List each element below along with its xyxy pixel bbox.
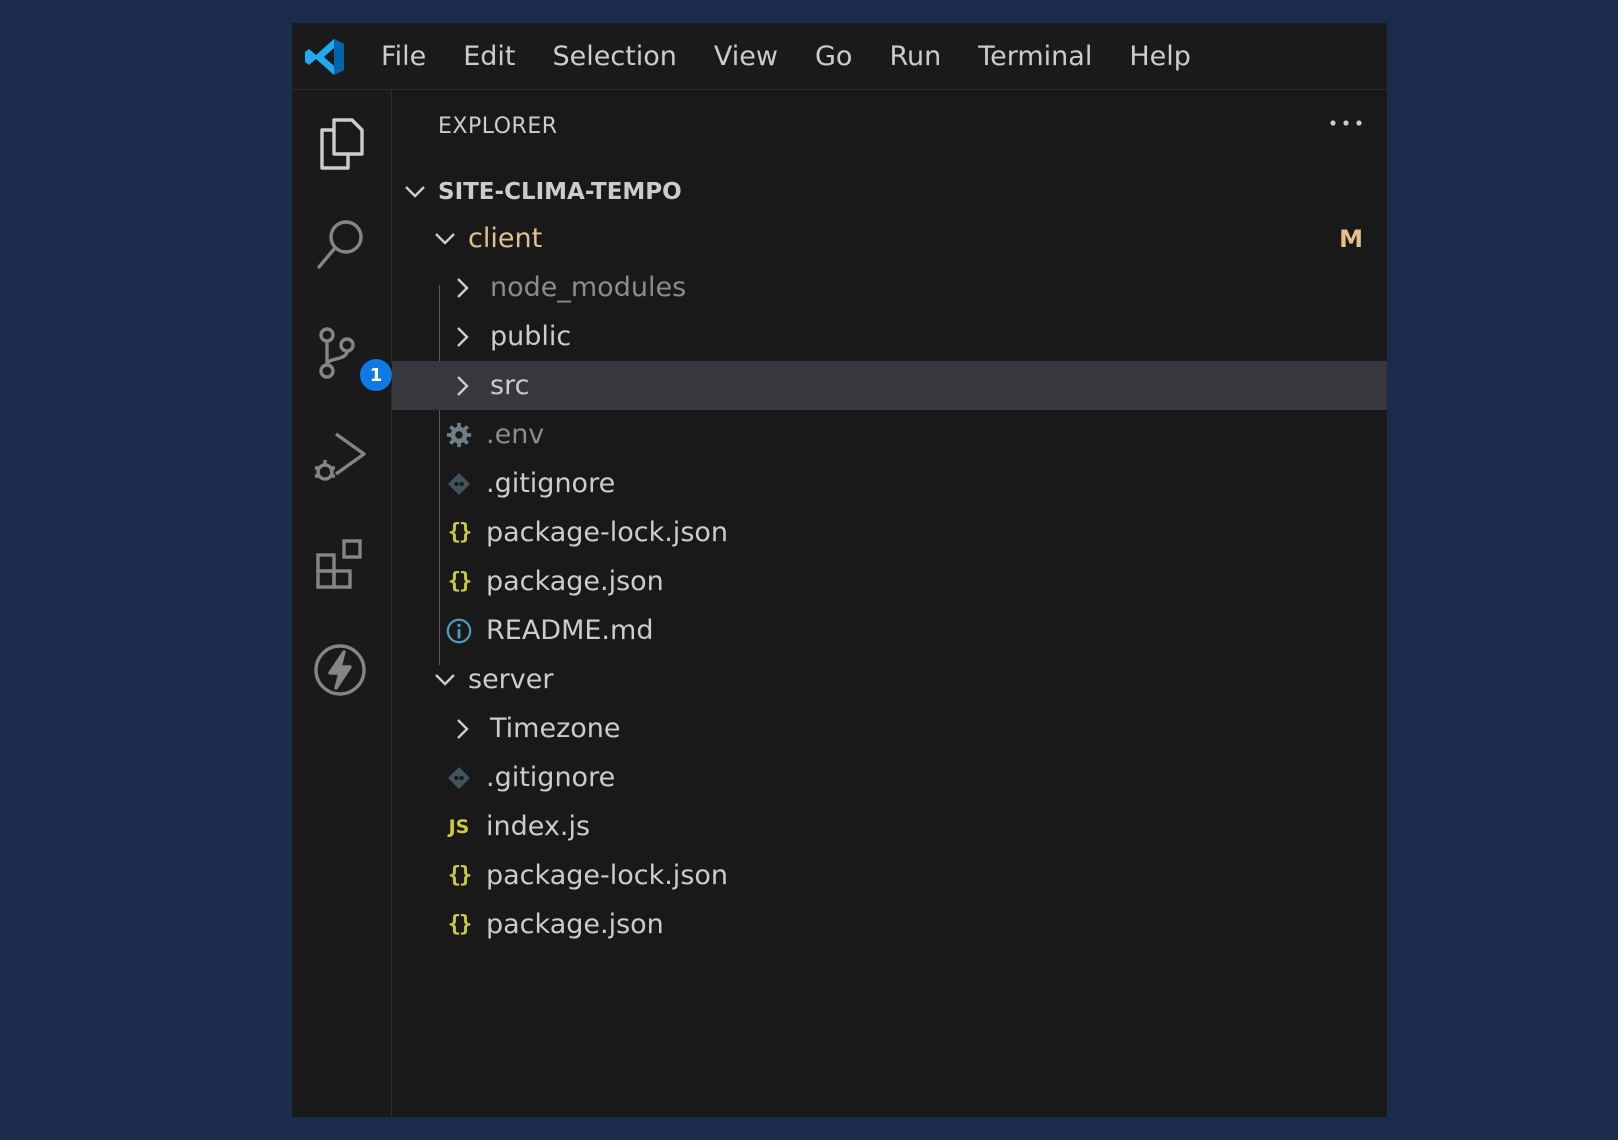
file-label: index.js [486,811,591,842]
file-label: .gitignore [486,468,616,499]
chevron-right-icon [457,718,469,739]
tree-folder-client[interactable]: client M [392,214,1387,263]
file-label: package.json [486,566,664,597]
vscode-logo-icon [305,39,344,75]
folder-label: node_modules [490,272,687,303]
menu-terminal[interactable]: Terminal [978,41,1092,72]
gear-icon [444,420,474,450]
git-icon [444,469,474,499]
json-icon: {} [447,520,473,545]
tree-file-package[interactable]: {} package.json [392,557,1387,606]
chevron-right-icon [457,277,469,298]
chevron-down-icon [435,673,455,686]
folder-label: src [490,370,530,401]
file-label: .env [486,419,545,450]
tree-file-package-lock[interactable]: {} package-lock.json [392,851,1387,900]
folder-label: client [468,223,543,254]
more-actions-icon[interactable] [1329,118,1363,128]
extensions-icon[interactable] [310,535,370,595]
tree-folder-node-modules[interactable]: node_modules [392,263,1387,312]
tree-file-index-js[interactable]: JS index.js [392,802,1387,851]
menu-edit[interactable]: Edit [463,41,515,72]
tree-file-package-lock[interactable]: {} package-lock.json [392,508,1387,557]
tree-folder-timezone[interactable]: Timezone [392,704,1387,753]
file-label: package-lock.json [486,860,729,891]
source-control-icon[interactable]: 1 [310,323,392,391]
json-icon: {} [447,569,473,594]
activity-bar: 1 [292,90,392,1117]
lightning-icon[interactable] [310,640,370,700]
explorer-sidebar: EXPLORER SITE-CLIMA-TEMPO client M node_… [392,90,1387,1117]
source-control-badge: 1 [360,359,392,391]
tree-folder-public[interactable]: public [392,312,1387,361]
tree-folder-src[interactable]: src [392,361,1387,410]
search-icon[interactable] [310,215,370,275]
tree-file-env[interactable]: .env [392,410,1387,459]
menubar: File Edit Selection View Go Run Terminal… [292,23,1387,90]
javascript-icon: JS [448,815,470,838]
modified-decoration: M [1339,224,1363,253]
menu-file[interactable]: File [381,41,426,72]
menu-view[interactable]: View [714,41,778,72]
git-icon [444,763,474,793]
file-label: package.json [486,909,664,940]
workspace-root[interactable]: SITE-CLIMA-TEMPO [392,172,1387,212]
folder-label: public [490,321,572,352]
explorer-title: EXPLORER [438,114,558,139]
chevron-down-icon [435,232,455,245]
json-icon: {} [447,863,473,888]
vscode-window: File Edit Selection View Go Run Terminal… [292,23,1387,1117]
tree-file-readme[interactable]: README.md [392,606,1387,655]
menu-help[interactable]: Help [1129,41,1191,72]
file-label: README.md [486,615,654,646]
folder-label: Timezone [490,713,621,744]
file-label: package-lock.json [486,517,729,548]
chevron-down-icon [405,186,425,198]
menu-run[interactable]: Run [889,41,941,72]
file-label: .gitignore [486,762,616,793]
tree-file-gitignore[interactable]: .gitignore [392,459,1387,508]
info-icon [444,616,474,646]
files-icon[interactable] [310,112,370,172]
tree-file-package[interactable]: {} package.json [392,900,1387,949]
json-icon: {} [447,912,473,937]
menu-items: File Edit Selection View Go Run Terminal… [381,23,1228,89]
chevron-right-icon [457,375,469,396]
menu-go[interactable]: Go [815,41,852,72]
chevron-right-icon [457,326,469,347]
workspace-root-label: SITE-CLIMA-TEMPO [438,179,682,205]
run-debug-icon[interactable] [310,428,370,488]
tree-file-gitignore[interactable]: .gitignore [392,753,1387,802]
menu-selection[interactable]: Selection [552,41,676,72]
tree-folder-server[interactable]: server [392,655,1387,704]
folder-label: server [468,664,554,695]
